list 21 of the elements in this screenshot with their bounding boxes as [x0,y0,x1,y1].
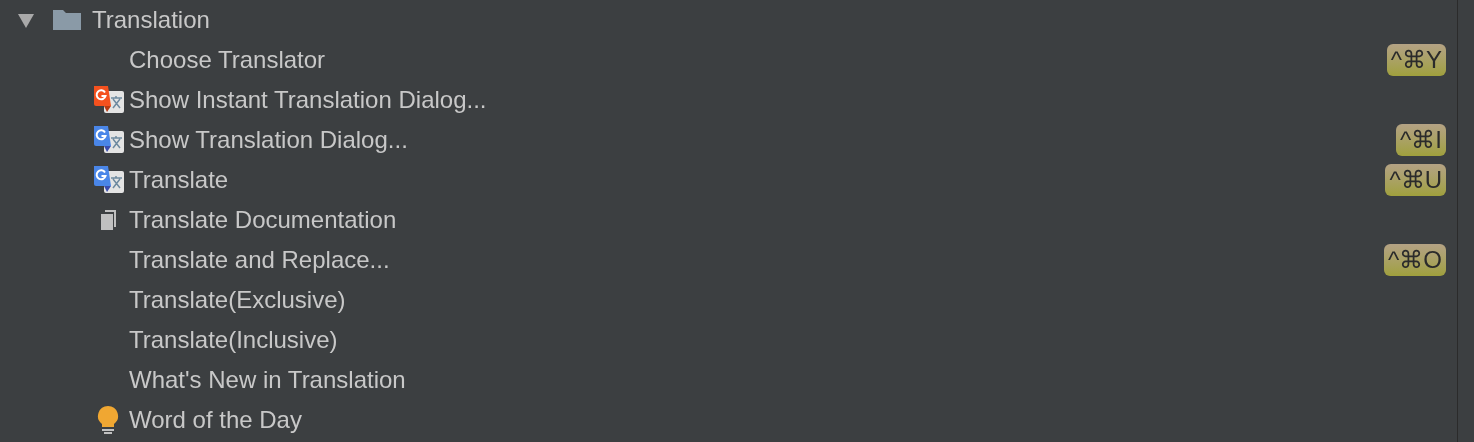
action-label[interactable]: Show Instant Translation Dialog... [129,82,1446,118]
action-label[interactable]: Translate [129,162,1386,198]
action-label[interactable]: Translate Documentation [129,202,1446,238]
shortcut-badge: ^⌘O [1384,244,1446,276]
translate-icon [91,164,124,196]
translate-icon [91,84,124,116]
action-label[interactable]: What's New in Translation [129,362,1446,398]
action-label[interactable]: Translate(Inclusive) [129,322,1446,358]
action-label[interactable]: Translate(Exclusive) [129,282,1446,318]
folder-label[interactable]: Translation [92,2,210,38]
shortcut-badge: ^⌘I [1396,124,1446,156]
expand-arrow-icon[interactable] [17,12,35,28]
action-label[interactable]: Show Translation Dialog... [129,122,1397,158]
action-label[interactable]: Word of the Day [129,402,1446,438]
shortcut-badge: ^⌘U [1385,164,1446,196]
action-label[interactable]: Choose Translator [129,42,1387,78]
action-label[interactable]: Translate and Replace... [129,242,1385,278]
lightbulb-icon [96,405,119,435]
translate-icon [91,124,124,156]
shortcut-badge: ^⌘Y [1386,44,1446,76]
folder-icon [52,9,82,31]
